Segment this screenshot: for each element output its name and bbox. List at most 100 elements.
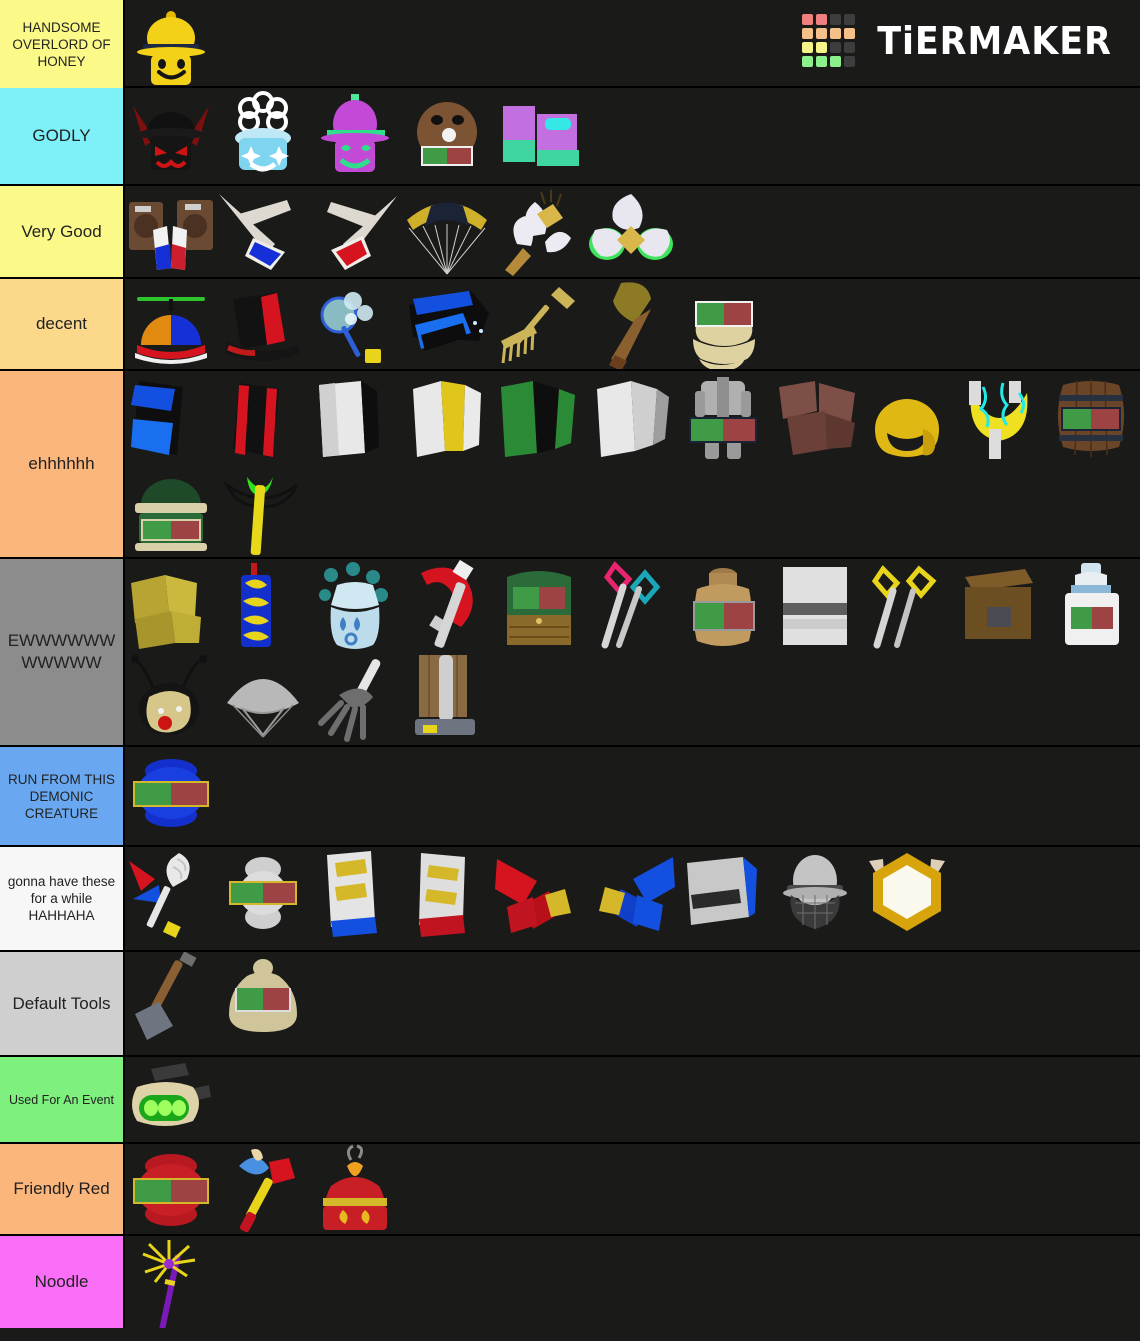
tier-items-run-from-this-demonic-creature[interactable] xyxy=(125,747,1140,845)
item-red-black-paper-stack[interactable] xyxy=(217,371,309,463)
tier-items-ewwwwww-wwwww[interactable] xyxy=(125,559,1140,745)
item-yellow-scissors[interactable] xyxy=(861,559,953,651)
item-brown-speaker-boombox[interactable] xyxy=(125,186,217,277)
tier-items-ehhhhhh[interactable] xyxy=(125,371,1140,557)
tier-label-decent[interactable]: decent xyxy=(0,279,125,369)
item-grey-hand-rake[interactable] xyxy=(309,651,401,743)
tier-items-godly[interactable] xyxy=(125,88,1140,184)
item-blue-yellow-totem[interactable] xyxy=(217,559,309,651)
tier-label-default-tools[interactable]: Default Tools xyxy=(0,952,125,1055)
item-grey-shovel[interactable] xyxy=(125,952,217,1044)
tier-items-noodle[interactable] xyxy=(125,1236,1140,1328)
item-bubble-potion-bottle[interactable] xyxy=(309,559,401,651)
item-white-jar-flag[interactable] xyxy=(1045,559,1137,651)
item-sand-bag-flag[interactable] xyxy=(217,952,309,1044)
item-white-green-flower[interactable] xyxy=(585,186,677,277)
item-blue-black-paper-stack[interactable] xyxy=(125,371,217,463)
tier-row-gonna-have-these-for-a-while-hahhaha: gonna have these for a while HAHHAHA xyxy=(0,847,1140,952)
item-gold-bars-stack[interactable] xyxy=(125,559,217,651)
item-yellow-white-paper-stack[interactable] xyxy=(401,371,493,463)
item-red-gold-arrow[interactable] xyxy=(493,847,585,939)
item-bubble-wand[interactable] xyxy=(309,279,401,369)
item-dark-mesh-helmet[interactable] xyxy=(769,847,861,939)
item-red-white-paper-plane[interactable] xyxy=(309,186,401,277)
item-wooden-post-broom[interactable] xyxy=(401,651,493,743)
item-blue-red-battle-axe[interactable] xyxy=(217,1144,309,1234)
tier-items-gonna-have-these-for-a-while-hahhaha[interactable] xyxy=(125,847,1140,950)
tier-row-very-good: Very Good xyxy=(0,186,1140,279)
item-wooden-chest-flag[interactable] xyxy=(493,559,585,651)
item-red-drum-flag[interactable] xyxy=(125,1144,217,1234)
tier-label-ewwwwww-wwwww[interactable]: EWWWWWW WWWWW xyxy=(0,559,125,745)
tier-label-run-from-this-demonic-creature[interactable]: RUN FROM THIS DEMONIC CREATURE xyxy=(0,747,125,845)
item-bug-antenna-mask[interactable] xyxy=(125,651,217,743)
tier-row-decent: decent xyxy=(0,279,1140,371)
item-grey-robot-flag-pack[interactable] xyxy=(677,371,769,463)
tier-items-friendly-red[interactable] xyxy=(125,1144,1140,1234)
item-red-blue-dart-syringe[interactable] xyxy=(125,847,217,939)
item-red-horned-devil-hat[interactable] xyxy=(125,88,217,180)
item-yellow-helmet[interactable] xyxy=(861,371,953,463)
tier-row-friendly-red: Friendly Red xyxy=(0,1144,1140,1236)
item-blue-demonic-drum-flag[interactable] xyxy=(125,747,217,839)
item-green-light-visor[interactable] xyxy=(125,1057,217,1142)
item-purple-gold-sparkle-wand[interactable] xyxy=(125,1236,217,1328)
tier-row-run-from-this-demonic-creature: RUN FROM THIS DEMONIC CREATURE xyxy=(0,747,1140,847)
tiermaker-logo: TiERMAKER xyxy=(801,14,1122,67)
item-brown-can-flag[interactable] xyxy=(677,559,769,651)
tier-list-board: HANDSOME OVERLORD OF HONEY TiERMAKER GOD… xyxy=(0,0,1140,1341)
tier-items-decent[interactable] xyxy=(125,279,1140,369)
item-black-red-top-hat[interactable] xyxy=(217,279,309,369)
item-grey-satchel-bag[interactable] xyxy=(677,847,769,939)
item-brown-leather-chunks[interactable] xyxy=(769,371,861,463)
tier-label-godly[interactable]: GODLY xyxy=(0,88,125,184)
item-white-feather-duster[interactable] xyxy=(493,186,585,277)
item-green-army-helmet-flag[interactable] xyxy=(125,463,217,555)
tier-label-very-good[interactable]: Very Good xyxy=(0,186,125,277)
tier-label-noodle[interactable]: Noodle xyxy=(0,1236,125,1328)
item-yellow-black-parachute[interactable] xyxy=(401,186,493,277)
item-blue-white-tower[interactable] xyxy=(309,847,401,939)
tier-label-friendly-red[interactable]: Friendly Red xyxy=(0,1144,125,1234)
item-white-grey-book[interactable] xyxy=(769,559,861,651)
item-ice-cream-cone-flag[interactable] xyxy=(677,279,769,369)
item-white-grey-paper-stack[interactable] xyxy=(585,371,677,463)
item-blue-white-paper-plane[interactable] xyxy=(217,186,309,277)
item-blue-gold-arrow[interactable] xyxy=(585,847,677,939)
item-brown-wooden-crate[interactable] xyxy=(953,559,1045,651)
item-blue-black-cap[interactable] xyxy=(401,279,493,369)
item-gold-rake[interactable] xyxy=(493,279,585,369)
item-yellow-electric-sparkler[interactable] xyxy=(953,371,1045,463)
item-wooden-bowling-ball[interactable] xyxy=(401,88,493,180)
tier-row-ewwwwww-wwwww: EWWWWWW WWWWW xyxy=(0,559,1140,747)
board-header: HANDSOME OVERLORD OF HONEY TiERMAKER xyxy=(0,0,1140,88)
tier-items-used-for-an-event[interactable] xyxy=(125,1057,1140,1142)
item-red-flame-lantern[interactable] xyxy=(309,1144,401,1234)
tiermaker-wordmark: TiERMAKER xyxy=(877,18,1112,63)
item-gold-white-hexagon[interactable] xyxy=(861,847,953,939)
item-red-horseshoe-magnet[interactable] xyxy=(401,559,493,651)
item-purple-green-smile-hat[interactable] xyxy=(309,88,401,180)
item-ice-crown-tiara[interactable] xyxy=(217,88,309,180)
item-wooden-barrel-flag[interactable] xyxy=(1045,371,1137,463)
item-yellow-green-pickaxe[interactable] xyxy=(217,463,309,555)
item-white-paper-stack[interactable] xyxy=(309,371,401,463)
tier-row-used-for-an-event: Used For An Event xyxy=(0,1057,1140,1144)
tier-items-default-tools[interactable] xyxy=(125,952,1140,1055)
tier-label-gonna-have-these-for-a-while-hahhaha[interactable]: gonna have these for a while HAHHAHA xyxy=(0,847,125,950)
item-grey-parachute[interactable] xyxy=(217,651,309,743)
tier-label-used-for-an-event[interactable]: Used For An Event xyxy=(0,1057,125,1142)
item-honey-overlord-bee-hat[interactable] xyxy=(125,0,217,86)
item-straw-broom[interactable] xyxy=(585,279,677,369)
tier-row-godly: GODLY xyxy=(0,88,1140,186)
item-propeller-beanie-cap[interactable] xyxy=(125,279,217,369)
item-red-white-tower[interactable] xyxy=(401,847,493,939)
item-green-black-paper-stack[interactable] xyxy=(493,371,585,463)
tier-row-default-tools: Default Tools xyxy=(0,952,1140,1057)
item-purple-teal-gift-box[interactable] xyxy=(493,88,585,180)
item-grey-bell-flag[interactable] xyxy=(217,847,309,939)
tier-label-ehhhhhh[interactable]: ehhhhhh xyxy=(0,371,125,557)
tier-items-very-good[interactable] xyxy=(125,186,1140,277)
item-pink-teal-scissors[interactable] xyxy=(585,559,677,651)
tier-label-handsome-overlord-of-honey[interactable]: HANDSOME OVERLORD OF HONEY xyxy=(0,0,125,88)
